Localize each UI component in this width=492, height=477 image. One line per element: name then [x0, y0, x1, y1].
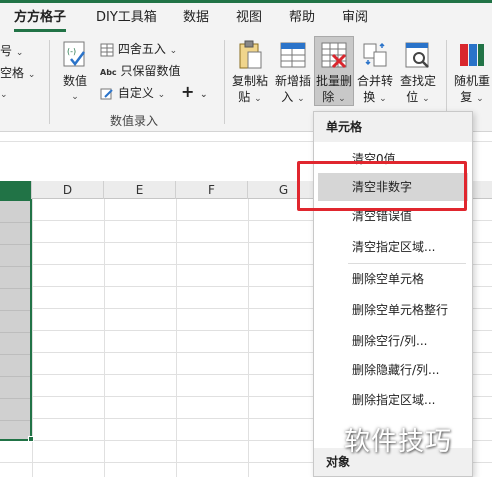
- delete-table-icon: [321, 42, 347, 69]
- chevron-down-icon: ⌄: [27, 70, 36, 80]
- chevron-down-icon: ⌄: [199, 90, 208, 100]
- insert-table-icon: [280, 42, 306, 68]
- column-header-d[interactable]: D: [32, 181, 104, 199]
- number-group-label: 数值录入: [110, 114, 159, 128]
- svg-text:(-): (-): [67, 47, 76, 56]
- round-button[interactable]: 四舍五入 ⌄: [100, 40, 177, 57]
- watermark: 软件技巧: [344, 427, 453, 457]
- menu-item-delete-range[interactable]: 删除指定区域...: [318, 386, 468, 414]
- ribbon-separator: [49, 40, 50, 124]
- chevron-down-icon: ⌄: [157, 90, 166, 100]
- chevron-down-icon: ⌄: [422, 94, 430, 104]
- round-grid-icon: [100, 43, 114, 56]
- chevron-down-icon: ⌄: [15, 48, 24, 58]
- chevron-down-icon: ⌄: [297, 94, 305, 104]
- ribbon-partial-chevron[interactable]: ⌄: [0, 86, 8, 100]
- chevron-down-icon: ⌄: [476, 94, 484, 104]
- grid-column-line: [104, 199, 105, 477]
- abc-icon: Abc: [100, 68, 117, 77]
- menu-item-delete-empty-cell-rows[interactable]: 删除空单元格整行: [318, 296, 468, 324]
- value-doc-icon: (-): [63, 41, 85, 67]
- chevron-down-icon: ⌄: [379, 94, 387, 104]
- tab-review[interactable]: 审阅: [342, 8, 368, 32]
- column-header-selected[interactable]: [0, 181, 32, 199]
- chevron-down-icon: ⌄: [338, 94, 346, 104]
- merge-icon: [363, 42, 387, 67]
- menu-item-delete-empty-rows-cols[interactable]: 删除空行/列...: [318, 327, 468, 355]
- chevron-down-icon: ⌄: [169, 46, 178, 56]
- grid-column-line: [248, 199, 249, 477]
- find-icon: [405, 42, 429, 68]
- ribbon-partial-label-2[interactable]: 空格 ⌄: [0, 64, 35, 81]
- menu-item-delete-hidden-rows-cols[interactable]: 删除隐藏行/列...: [318, 356, 468, 384]
- chevron-down-icon: ⌄: [71, 92, 79, 102]
- ribbon-tab-bar: 方方格子 DIY工具箱 数据 视图 帮助 审阅: [0, 0, 492, 34]
- tab-data[interactable]: 数据: [183, 8, 209, 32]
- custom-button[interactable]: 自定义 ⌄: [100, 84, 165, 101]
- edit-icon: [100, 88, 113, 99]
- keep-value-button[interactable]: Abc 只保留数值: [100, 62, 181, 79]
- menu-separator: [348, 263, 466, 264]
- clipboard-icon: [239, 40, 262, 69]
- merge-convert-button[interactable]: 合并转 换 ⌄: [354, 38, 396, 106]
- copy-paste-button[interactable]: 复制粘 贴 ⌄: [228, 38, 272, 106]
- menu-item-delete-empty-cells[interactable]: 删除空单元格: [318, 265, 468, 293]
- batch-delete-button[interactable]: 批量删 除 ⌄: [314, 36, 354, 106]
- find-locate-button[interactable]: 查找定 位 ⌄: [396, 38, 440, 106]
- value-button[interactable]: (-) 数值 ⌄: [56, 38, 94, 106]
- column-header-f[interactable]: F: [176, 181, 248, 199]
- random-repeat-button[interactable]: 随机重 复 ⌄: [452, 38, 492, 106]
- random-icon: [460, 44, 484, 66]
- tab-diy-toolbox[interactable]: DIY工具箱: [96, 8, 157, 32]
- tab-help[interactable]: 帮助: [289, 8, 315, 32]
- plus-button[interactable]: + ⌄: [181, 82, 208, 101]
- tab-view[interactable]: 视图: [236, 8, 262, 32]
- insert-button[interactable]: 新增插 入 ⌄: [272, 38, 314, 106]
- tab-fangfanggezi[interactable]: 方方格子: [14, 8, 67, 32]
- ribbon-separator: [224, 40, 225, 124]
- grid-column-line: [176, 199, 177, 477]
- ribbon-partial-label-1[interactable]: 号 ⌄: [0, 42, 23, 59]
- menu-section-cells: 单元格: [314, 112, 472, 142]
- column-header-e[interactable]: E: [104, 181, 176, 199]
- fill-handle[interactable]: [28, 436, 34, 442]
- menu-item-clear-range[interactable]: 清空指定区域...: [318, 233, 468, 261]
- chevron-down-icon: ⌄: [0, 90, 8, 100]
- highlight-annotation: [297, 161, 467, 211]
- selected-range[interactable]: [0, 199, 32, 441]
- chevron-down-icon: ⌄: [254, 94, 262, 104]
